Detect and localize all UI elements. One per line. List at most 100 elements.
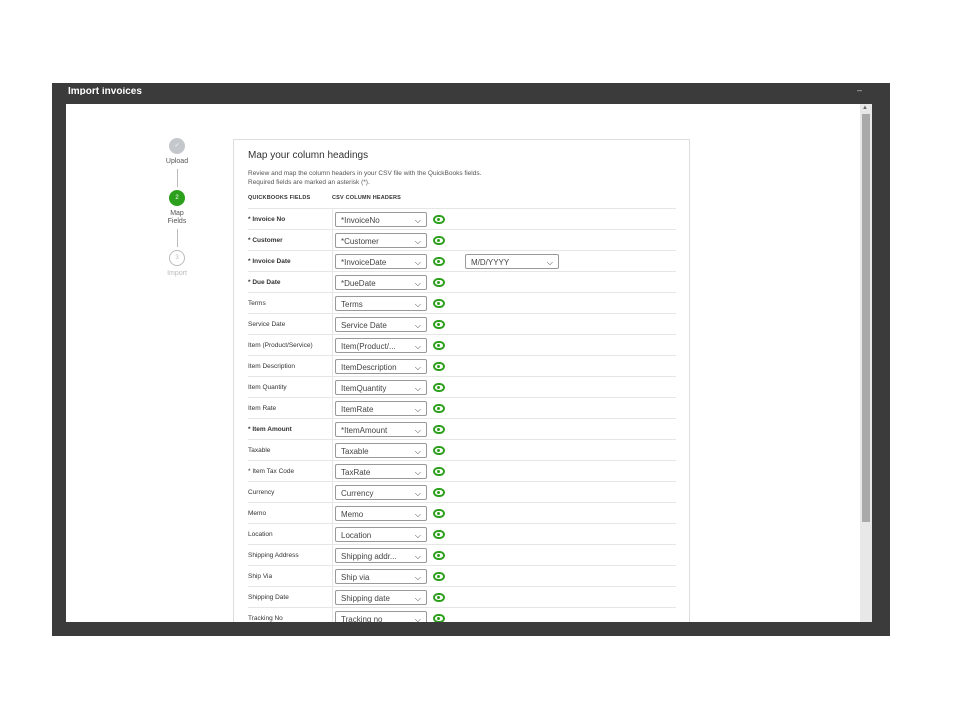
eye-check-icon[interactable]: [433, 571, 445, 581]
select-value: *ItemAmount: [341, 425, 388, 435]
mapping-table: * Invoice No *InvoiceNo ⌵ * Customer *Cust…: [248, 208, 676, 622]
csv-header-select[interactable]: Location ⌵: [335, 526, 427, 542]
csv-header-select[interactable]: *InvoiceDate ⌵: [335, 253, 427, 269]
eye-check-icon[interactable]: [433, 529, 445, 539]
csv-header-select[interactable]: Currency ⌵: [335, 484, 427, 500]
eye-check-icon[interactable]: [433, 361, 445, 371]
field-label: * Invoice Date: [248, 250, 333, 272]
select-value: Terms: [341, 299, 363, 309]
eye-check-icon[interactable]: [433, 613, 445, 622]
field-label: Item (Product/Service): [248, 334, 333, 356]
date-format-select[interactable]: M/D/YYYY ⌵: [465, 253, 559, 269]
chevron-down-icon: ⌵: [414, 404, 421, 414]
eye-check-icon[interactable]: [433, 277, 445, 287]
eye-check-icon[interactable]: [433, 382, 445, 392]
select-value: *InvoiceNo: [341, 215, 380, 225]
field-label: * Due Date: [248, 271, 333, 293]
select-value: Shipping addr...: [341, 551, 397, 561]
step-3-badge: 3: [169, 250, 185, 266]
eye-check-icon[interactable]: [433, 403, 445, 413]
csv-header-select[interactable]: Taxable ⌵: [335, 442, 427, 458]
field-label: Item Rate: [248, 397, 333, 419]
select-value: Service Date: [341, 320, 387, 330]
step-import: Import: [167, 270, 187, 277]
csv-header-select[interactable]: *InvoiceNo ⌵: [335, 211, 427, 227]
scrollbar-thumb[interactable]: [862, 114, 870, 522]
select-value: Item(Product/...: [341, 341, 396, 351]
csv-header-select[interactable]: ItemDescription ⌵: [335, 358, 427, 374]
table-row: Shipping Address Shipping addr... ⌵: [248, 544, 676, 566]
eye-check-icon[interactable]: [433, 298, 445, 308]
table-row: Shipping Date Shipping date ⌵: [248, 586, 676, 608]
csv-header-select[interactable]: Shipping date ⌵: [335, 589, 427, 605]
eye-check-icon[interactable]: [433, 424, 445, 434]
scroll-up-icon[interactable]: ▲: [862, 105, 868, 111]
stepper: ✓ Upload 2 Map Fields 3 Import: [161, 138, 193, 278]
eye-check-icon[interactable]: [433, 340, 445, 350]
eye-check-icon[interactable]: [433, 445, 445, 455]
csv-header-select[interactable]: Tracking no ⌵: [335, 610, 427, 623]
dialog-content: ✓ Upload 2 Map Fields 3 Import Map your …: [66, 104, 860, 622]
table-row: Currency Currency ⌵: [248, 481, 676, 503]
select-value: ItemQuantity: [341, 383, 387, 393]
chevron-down-icon: ⌵: [414, 278, 421, 288]
chevron-down-icon: ⌵: [414, 236, 421, 246]
eye-check-icon[interactable]: [433, 487, 445, 497]
field-label: Shipping Address: [248, 544, 333, 566]
chevron-down-icon: ⌵: [414, 383, 421, 393]
select-value: Memo: [341, 509, 364, 519]
csv-header-select[interactable]: Terms ⌵: [335, 295, 427, 311]
eye-check-icon[interactable]: [433, 592, 445, 602]
dialog-title: Import invoices: [68, 87, 142, 95]
eye-check-icon[interactable]: [433, 550, 445, 560]
eye-check-icon[interactable]: [433, 256, 445, 266]
csv-header-select[interactable]: *Customer ⌵: [335, 232, 427, 248]
field-label: * Item Tax Code: [248, 460, 333, 482]
csv-header-select[interactable]: Memo ⌵: [335, 505, 427, 521]
eye-check-icon[interactable]: [433, 214, 445, 224]
select-value: Currency: [341, 488, 374, 498]
csv-header-select[interactable]: *ItemAmount ⌵: [335, 421, 427, 437]
desc-line-2: Required fields are marked an asterisk (…: [248, 179, 370, 186]
desc-line-1: Review and map the column headers in you…: [248, 170, 482, 177]
csv-header-select[interactable]: Service Date ⌵: [335, 316, 427, 332]
table-row: Location Location ⌵: [248, 523, 676, 545]
csv-header-select[interactable]: ItemQuantity ⌵: [335, 379, 427, 395]
table-row: * Item Amount *ItemAmount ⌵: [248, 418, 676, 440]
field-label: Item Quantity: [248, 376, 333, 398]
card-title: Map your column headings: [248, 150, 369, 161]
chevron-down-icon: ⌵: [414, 593, 421, 603]
chevron-down-icon: ⌵: [414, 614, 421, 623]
csv-header-select[interactable]: ItemRate ⌵: [335, 400, 427, 416]
table-row: * Invoice No *InvoiceNo ⌵: [248, 208, 676, 230]
eye-check-icon[interactable]: [433, 319, 445, 329]
field-label: Item Description: [248, 355, 333, 377]
eye-check-icon[interactable]: [433, 235, 445, 245]
field-label: Ship Via: [248, 565, 333, 587]
chevron-down-icon: ⌵: [414, 530, 421, 540]
chevron-down-icon: ⌵: [414, 341, 421, 351]
eye-check-icon[interactable]: [433, 508, 445, 518]
csv-header-select[interactable]: Item(Product/... ⌵: [335, 337, 427, 353]
select-value: TaxRate: [341, 467, 371, 477]
csv-header-select[interactable]: *DueDate ⌵: [335, 274, 427, 290]
scrollbar[interactable]: ▲: [860, 104, 872, 622]
table-row: Item (Product/Service) Item(Product/... ⌵: [248, 334, 676, 356]
table-row: * Due Date *DueDate ⌵: [248, 271, 676, 293]
select-value: *InvoiceDate: [341, 257, 387, 267]
table-row: Item Description ItemDescription ⌵: [248, 355, 676, 377]
csv-header-select[interactable]: Shipping addr... ⌵: [335, 547, 427, 563]
field-label: Shipping Date: [248, 586, 333, 608]
field-label: Currency: [248, 481, 333, 503]
field-label: Service Date: [248, 313, 333, 335]
chevron-down-icon: ⌵: [414, 467, 421, 477]
check-icon: ✓: [169, 138, 185, 154]
eye-check-icon[interactable]: [433, 466, 445, 476]
table-row: * Item Tax Code TaxRate ⌵: [248, 460, 676, 482]
chevron-down-icon: ⌵: [414, 488, 421, 498]
table-row: Ship Via Ship via ⌵: [248, 565, 676, 587]
minimize-button[interactable]: –: [857, 85, 862, 95]
csv-header-select[interactable]: Ship via ⌵: [335, 568, 427, 584]
table-row: * Invoice Date *InvoiceDate ⌵ M/D/YYYY ⌵: [248, 250, 676, 272]
csv-header-select[interactable]: TaxRate ⌵: [335, 463, 427, 479]
